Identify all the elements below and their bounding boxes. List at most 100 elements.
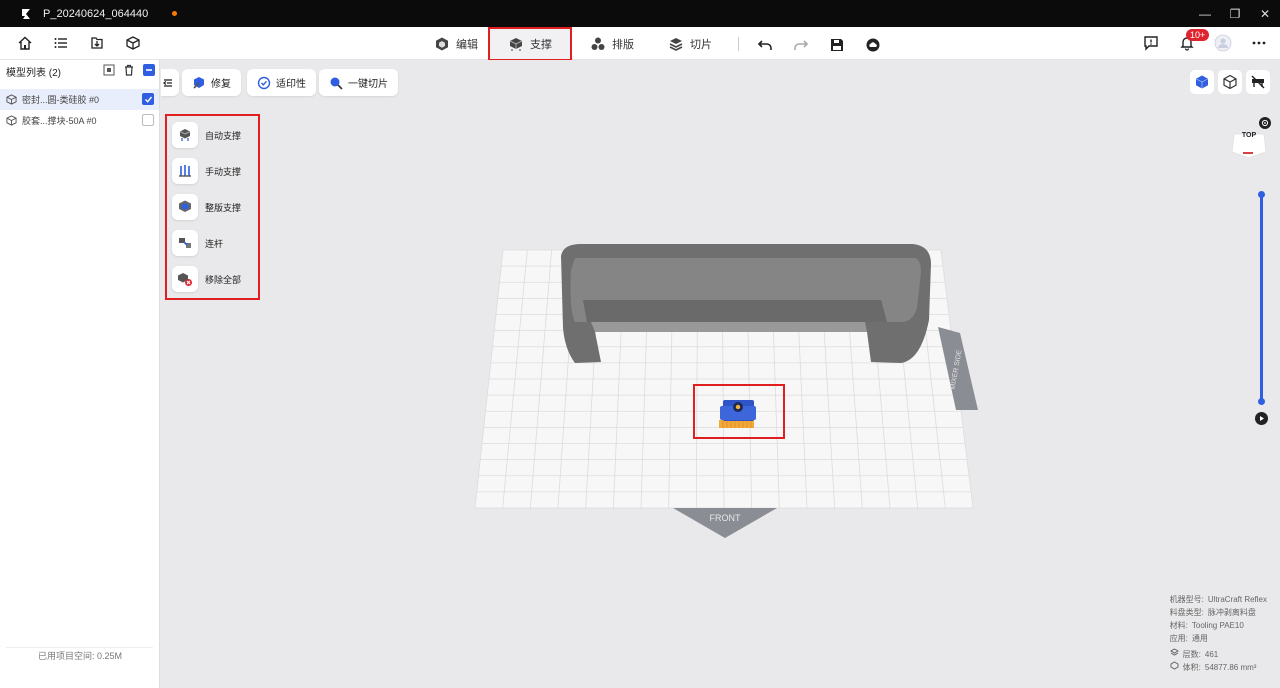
view-cube-label: TOP xyxy=(1241,132,1257,139)
view-cube[interactable]: TOP xyxy=(1231,130,1267,160)
connector-rod-icon xyxy=(172,230,198,256)
more-options-icon[interactable] xyxy=(1248,33,1270,53)
volume-label: 体积: xyxy=(1182,663,1201,672)
tab-slice[interactable]: 切片 xyxy=(668,31,712,57)
plate-support-label: 整版支撑 xyxy=(205,202,242,213)
volume-value: 54877.86 mm³ xyxy=(1204,663,1257,672)
model-name: 密封...圆-类硅胶 #0 xyxy=(22,95,100,105)
avatar[interactable] xyxy=(1212,33,1234,53)
volume-icon xyxy=(1170,661,1179,670)
layers-icon xyxy=(1169,648,1179,656)
import-file-icon[interactable] xyxy=(86,33,108,53)
layer-slider-bottom-handle[interactable] xyxy=(1258,398,1265,405)
delete-model-icon[interactable] xyxy=(123,64,135,79)
one-click-slice-button[interactable]: 一键切片 xyxy=(319,69,398,96)
manual-support-button[interactable]: 手动支撑 xyxy=(172,158,241,184)
minimize-button[interactable]: — xyxy=(1190,0,1220,27)
printability-label: 适印性 xyxy=(276,79,306,90)
scene-canvas: FRONT MIXER SIDE xyxy=(474,244,978,538)
selected-model[interactable] xyxy=(719,400,756,428)
list-item[interactable]: 密封...圆-类硅胶 #0 xyxy=(0,89,159,110)
wireframe-view-icon[interactable] xyxy=(1218,70,1242,94)
remove-all-button[interactable]: 移除全部 xyxy=(172,266,241,292)
used-space-text: 已用项目空间: 0.25M xyxy=(37,651,122,661)
support-tools-panel: 自动支撑 手动支撑 整版支撑 连杆 移除全部 xyxy=(165,114,260,300)
select-all-checkbox[interactable] xyxy=(143,64,155,76)
3d-viewport[interactable]: FRONT MIXER SIDE 修复 适印性 一键切片 自动支撑 手动支撑 整… xyxy=(161,60,1280,688)
manual-support-icon xyxy=(172,158,198,184)
tab-arrange[interactable]: 排版 xyxy=(590,31,634,57)
notification-badge: 10+ xyxy=(1186,29,1210,41)
main-toolbar: 编辑 支撑 排版 切片 10+ xyxy=(0,27,1280,61)
undo-icon[interactable] xyxy=(754,35,776,55)
unsaved-indicator xyxy=(172,11,178,16)
application-label: 应用: xyxy=(1169,634,1188,643)
remove-all-label: 移除全部 xyxy=(205,274,242,285)
layer-slider-track[interactable] xyxy=(1260,194,1263,402)
tab-arrange-label: 排版 xyxy=(612,39,634,51)
tab-edit-label: 编辑 xyxy=(456,39,478,51)
plate-support-button[interactable]: 整版支撑 xyxy=(172,194,241,220)
remove-all-icon xyxy=(172,266,198,292)
hide-supports-group xyxy=(1246,70,1270,94)
auto-support-button[interactable]: 自动支撑 xyxy=(172,122,241,148)
app-logo-icon xyxy=(15,6,37,22)
model-list-header: 模型列表 (2) xyxy=(0,60,159,82)
feedback-icon[interactable] xyxy=(1140,33,1162,53)
model-cube-icon xyxy=(6,94,17,105)
manual-support-label: 手动支撑 xyxy=(205,166,242,177)
application-value: 通用 xyxy=(1191,634,1208,643)
focus-model-icon[interactable] xyxy=(103,64,115,79)
model-cube-icon xyxy=(6,115,17,126)
tray-value: 脉冲剥离料盘 xyxy=(1207,608,1256,617)
tab-support-label: 支撑 xyxy=(530,39,552,51)
tab-support[interactable]: 支撑 xyxy=(488,27,572,61)
tab-edit[interactable]: 编辑 xyxy=(434,31,478,57)
plate-support-icon xyxy=(172,194,198,220)
view-cube-target-icon[interactable] xyxy=(1259,117,1271,129)
material-label: 材料: xyxy=(1169,621,1188,630)
printability-button[interactable]: 适印性 xyxy=(247,69,316,96)
model-checkbox[interactable] xyxy=(142,114,154,126)
list-item[interactable]: 胶套...撑块-50A #0 xyxy=(0,110,159,131)
layers-value: 461 xyxy=(1204,650,1219,659)
connector-rod-button[interactable]: 连杆 xyxy=(172,230,223,256)
divider xyxy=(6,647,153,648)
repair-label: 修复 xyxy=(211,79,231,90)
print-info: 机器型号: UltraCraft Reflex 料盘类型: 脉冲剥离料盘 材料: To… xyxy=(1169,593,1267,674)
auto-support-icon xyxy=(172,122,198,148)
menu-list-icon[interactable] xyxy=(50,33,72,53)
solid-view-icon[interactable] xyxy=(1190,70,1214,94)
one-click-slice-label: 一键切片 xyxy=(348,79,388,90)
tab-slice-label: 切片 xyxy=(690,39,712,51)
model-list-panel: 模型列表 (2) 密封...圆-类硅胶 #0 胶套...撑块-50A #0 已用… xyxy=(0,60,160,688)
model-library-icon[interactable] xyxy=(122,33,144,53)
redo-icon[interactable] xyxy=(790,35,812,55)
support-icon xyxy=(509,38,523,51)
repair-button[interactable]: 修复 xyxy=(182,69,241,96)
play-icon[interactable] xyxy=(1255,412,1268,425)
notification-bell-icon[interactable]: 10+ xyxy=(1176,29,1210,53)
save-icon[interactable] xyxy=(826,35,848,55)
close-button[interactable]: ✕ xyxy=(1250,0,1280,27)
toolbar-divider xyxy=(738,37,739,51)
edit-cube-icon xyxy=(436,37,448,51)
hide-supports-icon[interactable] xyxy=(1246,70,1270,94)
file-name: P_20240624_064440 xyxy=(43,7,149,20)
cloud-upload-icon[interactable] xyxy=(862,35,884,55)
front-label: FRONT xyxy=(710,513,741,523)
collapse-panel-button[interactable] xyxy=(161,69,179,96)
title-bar: P_20240624_064440 — ❐ ✕ xyxy=(0,0,1280,27)
auto-support-label: 自动支撑 xyxy=(205,130,242,141)
home-icon[interactable] xyxy=(14,33,36,53)
model-list-title: 模型列表 (2) xyxy=(6,67,61,79)
material-value: Tooling PAE10 xyxy=(1191,621,1244,630)
arrange-icon xyxy=(591,37,605,50)
layer-slider-top-handle[interactable] xyxy=(1258,191,1265,198)
repair-icon xyxy=(193,76,204,89)
machine-label: 机器型号: xyxy=(1169,595,1204,604)
one-click-slice-icon xyxy=(330,77,343,90)
layers-label: 层数: xyxy=(1182,650,1201,659)
model-checkbox[interactable] xyxy=(142,93,154,105)
restore-button[interactable]: ❐ xyxy=(1220,0,1250,27)
